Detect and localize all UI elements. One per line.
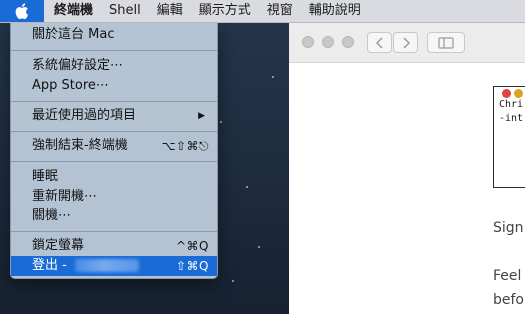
menu-item-about[interactable]: 關於這台 Mac bbox=[11, 25, 217, 45]
chevron-right-icon bbox=[402, 36, 410, 49]
menu-window[interactable]: 視窗 bbox=[259, 0, 301, 22]
star bbox=[232, 280, 234, 282]
submenu-arrow-icon: ▶ bbox=[198, 111, 205, 121]
terminal-line: Chri bbox=[499, 99, 524, 110]
back-button[interactable] bbox=[367, 32, 392, 53]
apple-dropdown-menu: 關於這台 Mac 系統偏好設定⋯ App Store⋯ 最近使用過的項目 ▶ 強… bbox=[10, 21, 218, 279]
menu-item-recent-items[interactable]: 最近使用過的項目 ▶ bbox=[11, 106, 217, 126]
menu-item-label: 睡眠 bbox=[32, 169, 59, 184]
menu-item-app-store[interactable]: App Store⋯ bbox=[11, 76, 217, 96]
redacted-username bbox=[74, 259, 139, 272]
menu-separator bbox=[11, 161, 217, 162]
menu-separator bbox=[11, 231, 217, 232]
menu-help[interactable]: 輔助說明 bbox=[301, 0, 369, 22]
close-dot-icon bbox=[502, 89, 511, 98]
menu-item-label: 重新開機⋯ bbox=[32, 189, 98, 204]
menu-item-restart[interactable]: 重新開機⋯ bbox=[11, 187, 217, 207]
close-window-button[interactable] bbox=[302, 36, 314, 48]
menu-item-force-quit[interactable]: 強制結束-終端機 ⌥⇧⌘⎋ bbox=[11, 136, 217, 156]
terminal-line: -int bbox=[499, 113, 524, 124]
menu-item-label: 鎖定螢幕 bbox=[32, 238, 85, 253]
menu-view[interactable]: 顯示方式 bbox=[191, 0, 259, 22]
forward-button[interactable] bbox=[393, 32, 418, 53]
terminal-screenshot: Chri -int bbox=[493, 86, 525, 188]
star bbox=[220, 121, 222, 123]
menu-item-sleep[interactable]: 睡眠 bbox=[11, 167, 217, 187]
star bbox=[272, 76, 274, 78]
menu-item-label: 登出 - bbox=[32, 258, 67, 273]
menu-item-shut-down[interactable]: 關機⋯ bbox=[11, 206, 217, 226]
menu-separator bbox=[11, 101, 217, 102]
sidebar-toggle-button[interactable] bbox=[427, 32, 465, 53]
menu-item-label: 關於這台 Mac bbox=[32, 27, 115, 42]
star bbox=[246, 186, 248, 188]
page-text-line: Sign bbox=[493, 220, 524, 236]
page-text-line: befo bbox=[493, 292, 524, 308]
menu-separator bbox=[11, 50, 217, 51]
menu-item-system-preferences[interactable]: 系統偏好設定⋯ bbox=[11, 56, 217, 76]
menu-edit[interactable]: 編輯 bbox=[149, 0, 191, 22]
star bbox=[258, 246, 260, 248]
chevron-left-icon bbox=[375, 36, 383, 49]
menu-item-lock-screen[interactable]: 鎖定螢幕 ^⌘Q bbox=[11, 236, 217, 256]
menu-item-label: 最近使用過的項目 bbox=[32, 108, 137, 123]
log-out-shortcut: ⇧⌘Q bbox=[176, 259, 209, 273]
window-toolbar bbox=[289, 22, 525, 63]
menu-item-label: 強制結束-終端機 bbox=[32, 138, 128, 153]
menu-item-label: 系統偏好設定⋯ bbox=[32, 58, 124, 73]
menu-app-name[interactable]: 終端機 bbox=[44, 0, 101, 22]
menu-item-label: 關機⋯ bbox=[32, 208, 72, 223]
menu-item-log-out[interactable]: 登出 - ⇧⌘Q bbox=[11, 256, 217, 276]
menu-bar: 終端機 Shell 編輯 顯示方式 視窗 輔助說明 bbox=[0, 0, 525, 23]
sidebar-icon bbox=[438, 36, 454, 49]
page-text-line: Feel bbox=[493, 268, 522, 284]
apple-logo-icon bbox=[15, 3, 28, 19]
background-window[interactable] bbox=[289, 22, 525, 314]
minimize-window-button[interactable] bbox=[322, 36, 334, 48]
menu-item-label: App Store⋯ bbox=[32, 78, 109, 93]
menu-shell[interactable]: Shell bbox=[101, 0, 149, 22]
apple-menu-button[interactable] bbox=[0, 0, 44, 22]
page-content bbox=[289, 63, 525, 314]
force-quit-shortcut: ⌥⇧⌘⎋ bbox=[161, 139, 209, 153]
lock-screen-shortcut: ^⌘Q bbox=[176, 239, 209, 253]
minimize-dot-icon bbox=[514, 89, 523, 98]
zoom-window-button[interactable] bbox=[342, 36, 354, 48]
menu-separator bbox=[11, 131, 217, 132]
